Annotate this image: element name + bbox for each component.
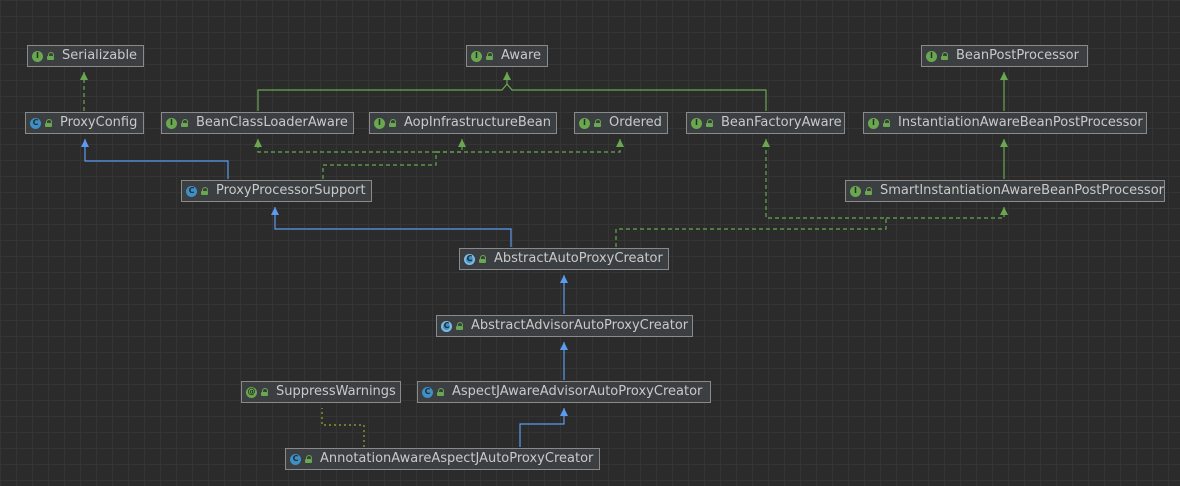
interface-icon: I	[374, 117, 385, 129]
node-label: ProxyConfig	[60, 115, 138, 130]
edge-beanclassloaderaware-aware	[257, 72, 508, 111]
node-aspectj-aware-advisor-auto-proxy-creator[interactable]: C AspectJAwareAdvisorAutoProxyCreator	[417, 381, 711, 403]
interface-icon: I	[850, 185, 861, 197]
node-label: SmartInstantiationAwareBeanPostProcessor	[880, 183, 1165, 198]
node-label: SuppressWarnings	[276, 384, 396, 399]
node-proxy-processor-support[interactable]: C ProxyProcessorSupport	[181, 180, 372, 202]
annotation-icon: @	[246, 386, 257, 398]
node-label: AbstractAutoProxyCreator	[494, 251, 663, 266]
public-access-icon	[864, 187, 873, 195]
node-label: InstantiationAwareBeanPostProcessor	[898, 115, 1143, 130]
edge-aapc-beanfactoryaware-arrowhead	[762, 139, 770, 147]
edge-aaajapc-ajaaapc-arrowhead	[560, 408, 568, 416]
node-label: ProxyProcessorSupport	[216, 183, 366, 198]
interface-icon: I	[926, 50, 937, 62]
interface-icon: I	[868, 117, 879, 129]
node-abstract-advisor-auto-proxy-creator[interactable]: C AbstractAdvisorAutoProxyCreator	[436, 315, 693, 337]
public-access-icon	[455, 322, 464, 330]
class-icon: C	[186, 185, 197, 197]
public-access-icon	[478, 255, 487, 263]
node-label: Aware	[501, 48, 542, 63]
edge-smart-instantiationaware-arrowhead	[1000, 139, 1008, 147]
public-access-icon	[46, 52, 55, 60]
node-aware[interactable]: I Aware	[466, 45, 548, 67]
public-access-icon	[180, 119, 189, 127]
node-proxy-config[interactable]: C ProxyConfig	[25, 112, 144, 134]
node-ordered[interactable]: I Ordered	[574, 112, 668, 134]
edge-aaapc-aapc-arrowhead	[560, 275, 568, 283]
node-annotation-aware-aspectj-auto-proxy-creator[interactable]: C AnnotationAwareAspectJAutoProxyCreator	[285, 448, 600, 470]
edge-pps-beanclassloaderaware	[257, 139, 437, 179]
edge-aapc-smartinstantiationaware-arrowhead	[1000, 207, 1008, 215]
uml-class-diagram: I Serializable I Aware I BeanPostProcess…	[0, 0, 1180, 486]
node-label: AspectJAwareAdvisorAutoProxyCreator	[452, 384, 703, 399]
public-access-icon	[593, 119, 602, 127]
node-label: AopInfrastructureBean	[404, 115, 551, 130]
interface-icon: I	[166, 117, 177, 129]
node-label: Ordered	[609, 115, 662, 130]
interface-icon: I	[471, 50, 482, 62]
node-abstract-auto-proxy-creator[interactable]: C AbstractAutoProxyCreator	[459, 248, 669, 270]
edge-beanfactoryaware-aware	[506, 83, 767, 111]
node-bean-class-loader-aware[interactable]: I BeanClassLoaderAware	[161, 112, 354, 134]
edge-pps-aopinfrastructurebean-arrowhead	[458, 139, 466, 147]
edge-aaajapc-ajaaapc	[519, 408, 565, 447]
edge-pps-ordered-arrowhead	[616, 139, 624, 147]
edge-instantiationawarebpp-bpp-arrowhead	[1000, 72, 1008, 80]
node-label: BeanClassLoaderAware	[196, 115, 348, 130]
public-access-icon	[260, 388, 269, 396]
node-label: AnnotationAwareAspectJAutoProxyCreator	[320, 451, 594, 466]
edge-aapc-smartinstantiationaware	[886, 207, 1005, 219]
node-label: AbstractAdvisorAutoProxyCreator	[471, 318, 689, 333]
node-bean-post-processor[interactable]: I BeanPostProcessor	[921, 45, 1088, 67]
edge-pps-proxyconfig	[84, 139, 229, 179]
node-label: Serializable	[62, 48, 138, 63]
edge-pps-beanclassloaderaware-arrowhead	[254, 139, 262, 147]
edge-proxyconfig-serializable-arrowhead	[80, 72, 88, 80]
public-access-icon	[940, 52, 949, 60]
edge-aaajapc-suppresswarnings	[321, 408, 365, 447]
abstract-class-icon: C	[464, 253, 475, 265]
edge-beanclassloaderaware-aware-arrowhead	[503, 72, 511, 80]
edge-aapc-pps	[274, 207, 512, 247]
edge-aapc-pps-arrowhead	[271, 207, 279, 215]
public-access-icon	[436, 388, 445, 396]
node-label: BeanFactoryAware	[721, 115, 842, 130]
public-access-icon	[485, 52, 494, 60]
node-label: BeanPostProcessor	[956, 48, 1079, 63]
public-access-icon	[388, 119, 397, 127]
public-access-icon	[705, 119, 714, 127]
class-icon: C	[290, 453, 301, 465]
interface-icon: I	[32, 50, 43, 62]
class-icon: C	[422, 386, 433, 398]
edge-pps-aopinfrastructurebean	[436, 139, 463, 153]
node-smart-instantiation-aware-bean-post-processor[interactable]: I SmartInstantiationAwareBeanPostProcess…	[845, 180, 1165, 202]
edge-ajaaapc-aaapc-arrowhead	[560, 342, 568, 350]
node-bean-factory-aware[interactable]: I BeanFactoryAware	[686, 112, 845, 134]
public-access-icon	[882, 119, 891, 127]
node-suppress-warnings[interactable]: @ SuppressWarnings	[241, 381, 401, 403]
interface-icon: I	[579, 117, 590, 129]
node-instantiation-aware-bean-post-processor[interactable]: I InstantiationAwareBeanPostProcessor	[863, 112, 1147, 134]
class-icon: C	[30, 117, 41, 129]
public-access-icon	[200, 187, 209, 195]
abstract-class-icon: C	[441, 320, 452, 332]
edge-pps-proxyconfig-arrowhead	[81, 139, 89, 147]
interface-icon: I	[691, 117, 702, 129]
relationship-edges	[80, 72, 1008, 447]
public-access-icon	[44, 119, 53, 127]
public-access-icon	[304, 455, 313, 463]
node-serializable[interactable]: I Serializable	[27, 45, 144, 67]
node-aop-infrastructure-bean[interactable]: I AopInfrastructureBean	[369, 112, 557, 134]
